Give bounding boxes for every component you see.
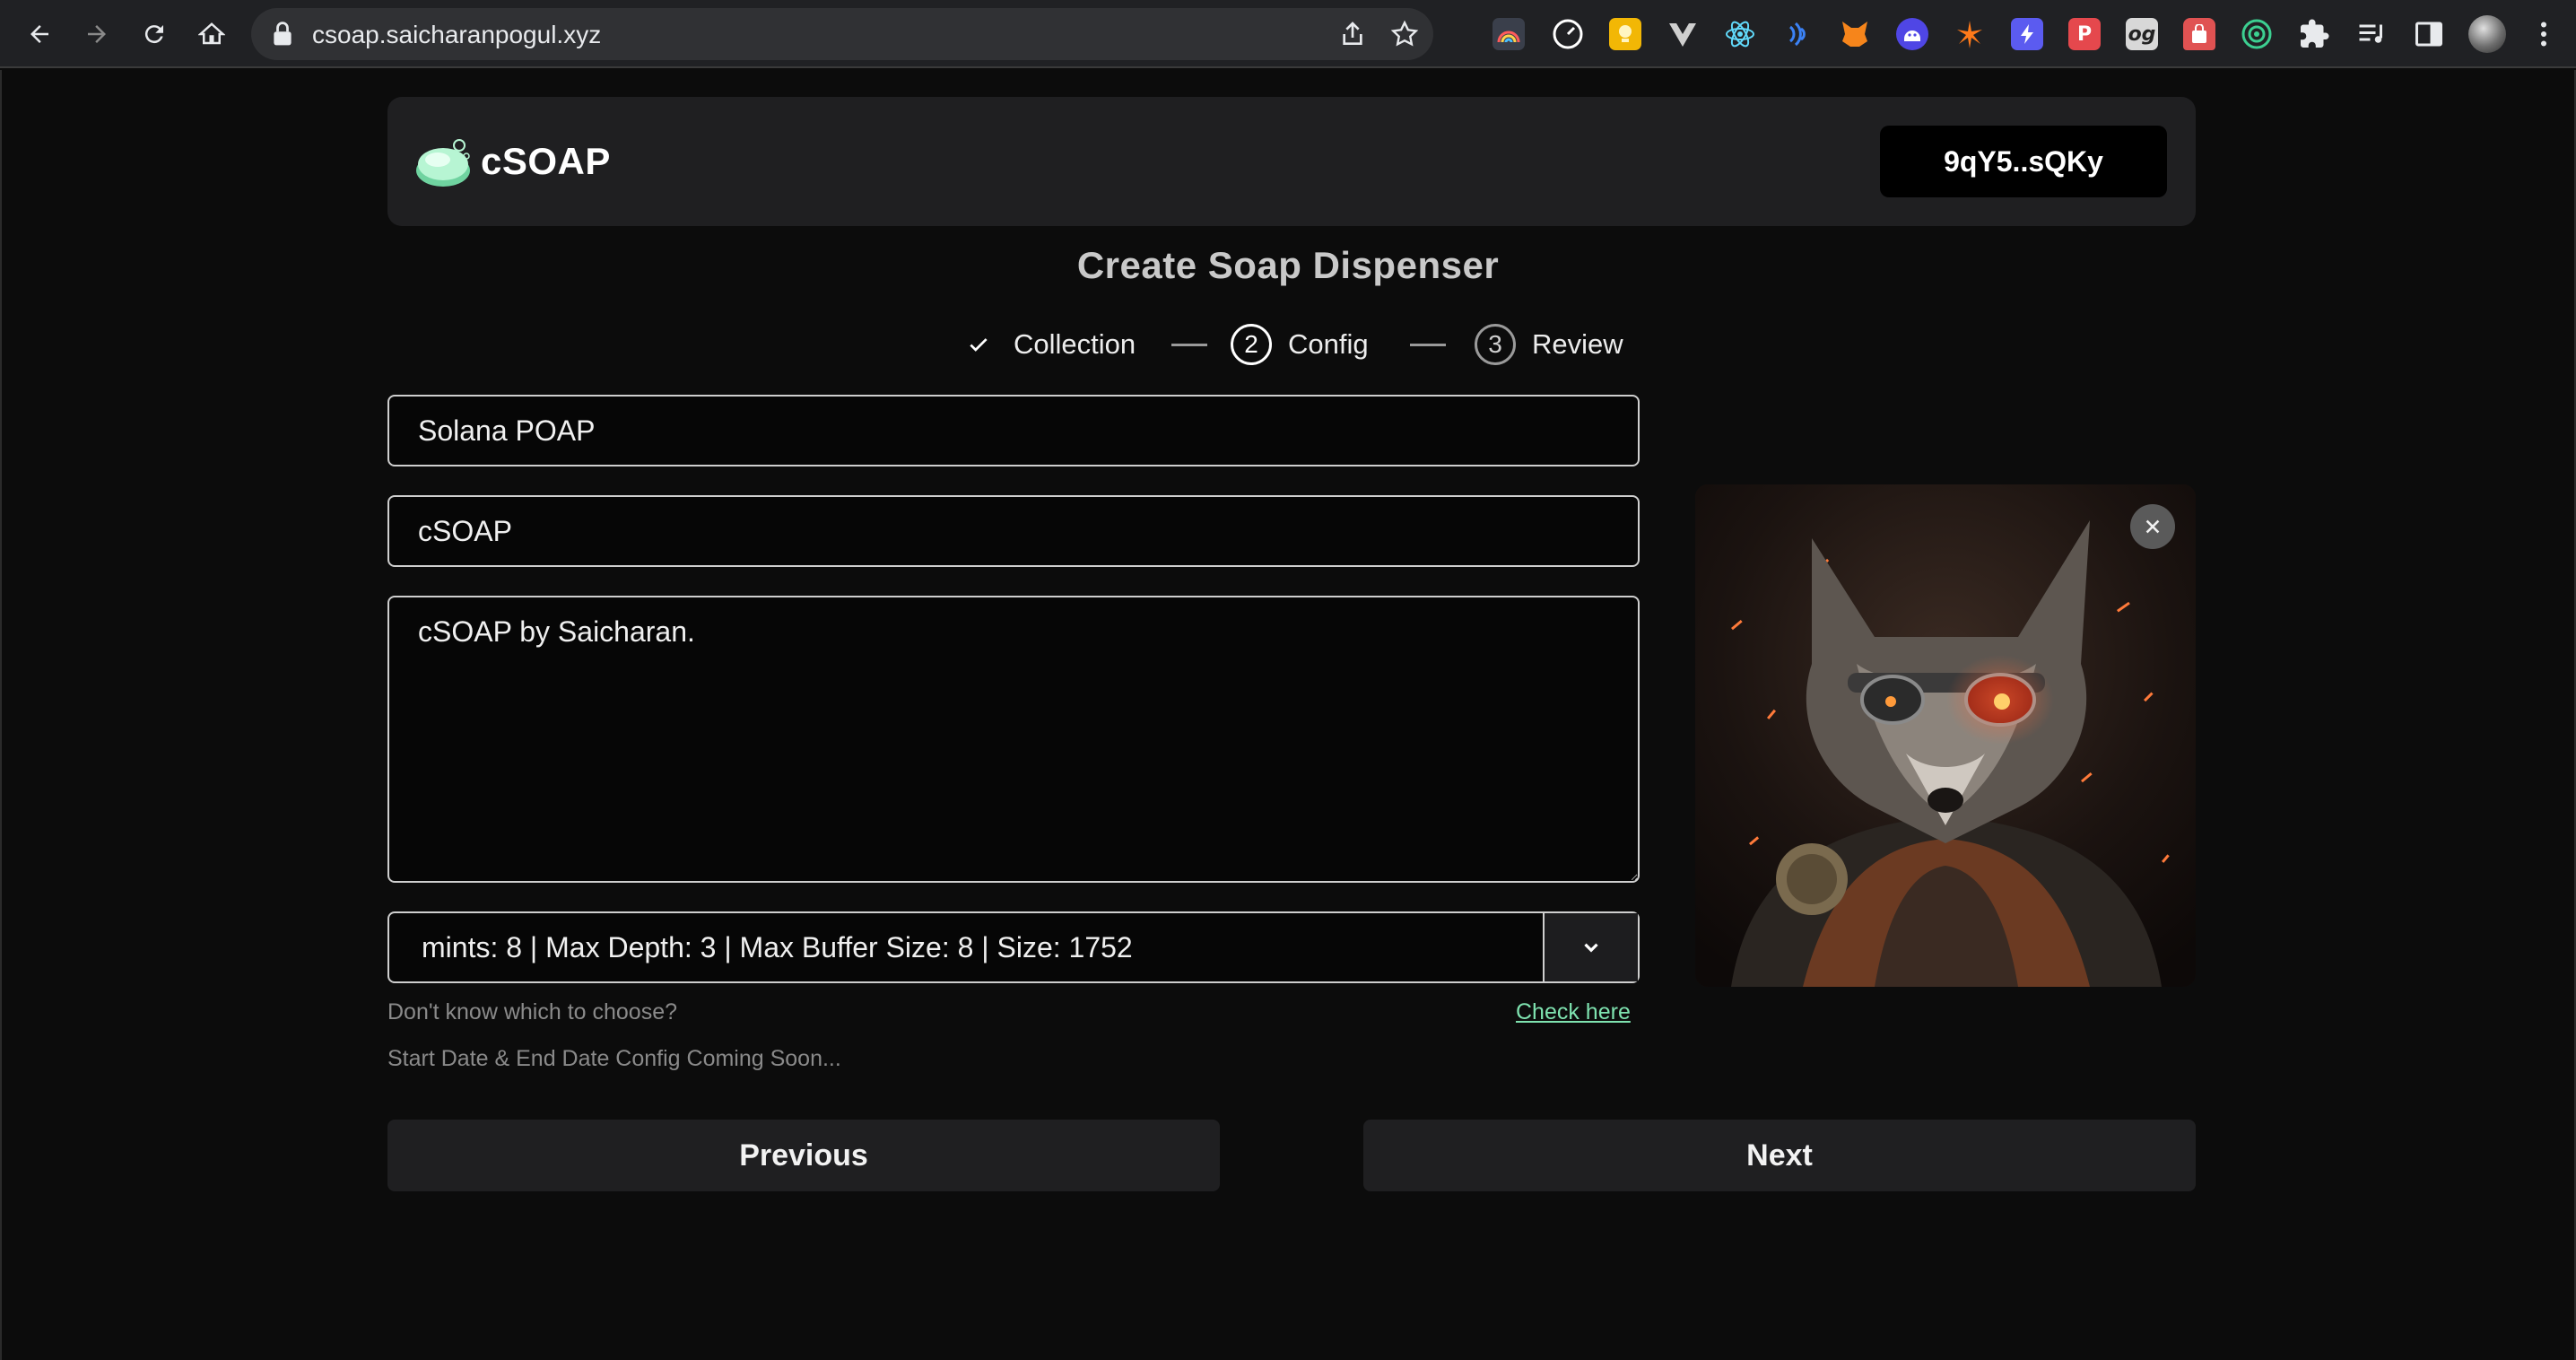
gauge-extension-icon[interactable] [1552, 18, 1584, 50]
page-title: Create Soap Dispenser [1076, 244, 1500, 286]
browser-toolbar: csoap.saicharanpogul.xyz P og [0, 0, 2576, 68]
lock-icon [274, 22, 292, 46]
p-extension-label: P [2076, 22, 2093, 46]
chevron-down-icon [1584, 943, 1598, 953]
remove-image-button[interactable] [2130, 504, 2175, 549]
collection-image-preview [1695, 484, 2196, 987]
wolf-artwork-image [1695, 484, 2196, 987]
og-extension-label: og [2128, 22, 2156, 46]
p-extension-icon[interactable]: P [2068, 18, 2101, 50]
puzzle-extensions-icon[interactable] [2298, 18, 2330, 50]
fox-extension-icon[interactable] [1839, 18, 1871, 50]
step-connector [1171, 344, 1207, 346]
address-bar[interactable]: csoap.saicharanpogul.xyz [251, 8, 1433, 60]
previous-button[interactable]: Previous [387, 1120, 1220, 1191]
profile-avatar[interactable] [2468, 15, 2506, 53]
target-extension-icon[interactable] [2241, 18, 2273, 50]
step-label: Collection [1014, 328, 1136, 360]
step-label: Review [1532, 328, 1623, 360]
react-extension-icon[interactable] [1724, 18, 1756, 50]
ghost-extension-icon[interactable] [1896, 18, 1928, 50]
date-config-note: Start Date & End Date Config Coming Soon… [387, 1046, 841, 1071]
home-button[interactable] [190, 13, 233, 56]
wallet-button[interactable]: 9qY5..sQKy [1880, 126, 2167, 197]
bulb-extension-icon[interactable] [1609, 18, 1641, 50]
media-playlist-icon[interactable] [2355, 18, 2388, 50]
star-extension-icon[interactable] [1954, 18, 1986, 50]
bookmark-star-icon[interactable] [1390, 20, 1419, 48]
tree-config-value: mints: 8 | Max Depth: 3 | Max Buffer Siz… [422, 931, 1133, 963]
step-review: 3 Review [1475, 323, 1623, 366]
og-extension-icon[interactable]: og [2126, 18, 2158, 50]
vue-extension-icon[interactable] [1667, 18, 1699, 50]
check-here-link[interactable]: Check here [1516, 999, 1631, 1025]
bolt-extension-icon[interactable] [2011, 18, 2043, 50]
step-label: Config [1288, 328, 1369, 360]
brand-name[interactable]: cSOAP [481, 140, 611, 183]
back-arrow-icon [30, 25, 48, 43]
rainbow-extension-icon[interactable] [1493, 18, 1525, 50]
more-menu-icon[interactable] [2528, 18, 2560, 50]
collection-description-textarea[interactable]: cSOAP by Saicharan. [387, 596, 1640, 883]
wave-extension-icon[interactable] [1781, 18, 1814, 50]
tree-config-select[interactable]: mints: 8 | Max Depth: 3 | Max Buffer Siz… [387, 911, 1640, 983]
step-config: 2 Config [1231, 323, 1369, 366]
bag-extension-icon[interactable] [2183, 18, 2215, 50]
side-panel-icon[interactable] [2413, 18, 2445, 50]
collection-name-input[interactable] [387, 395, 1640, 466]
step-connector [1410, 344, 1446, 346]
app-header: cSOAP 9qY5..sQKy [387, 97, 2196, 226]
step-number: 2 [1231, 324, 1272, 365]
next-button[interactable]: Next [1363, 1120, 2196, 1191]
help-text: Don't know which to choose? [387, 999, 678, 1024]
step-number: 3 [1475, 324, 1516, 365]
collection-symbol-input[interactable] [387, 495, 1640, 567]
close-icon [2145, 519, 2160, 534]
forward-button[interactable] [75, 13, 118, 56]
checkmark-icon [970, 338, 988, 352]
back-button[interactable] [18, 13, 61, 56]
soap-logo-icon[interactable] [414, 135, 472, 188]
reload-button[interactable] [133, 13, 176, 56]
home-icon [198, 22, 225, 45]
step-collection: Collection [967, 323, 1136, 366]
forward-arrow-icon [88, 25, 106, 43]
share-icon[interactable] [1338, 20, 1367, 48]
dropdown-toggle[interactable] [1543, 913, 1638, 981]
stepper: Collection 2 Config 3 Review [967, 323, 1631, 366]
reload-icon [144, 25, 163, 44]
url-text: csoap.saicharanpogul.xyz [312, 21, 602, 48]
